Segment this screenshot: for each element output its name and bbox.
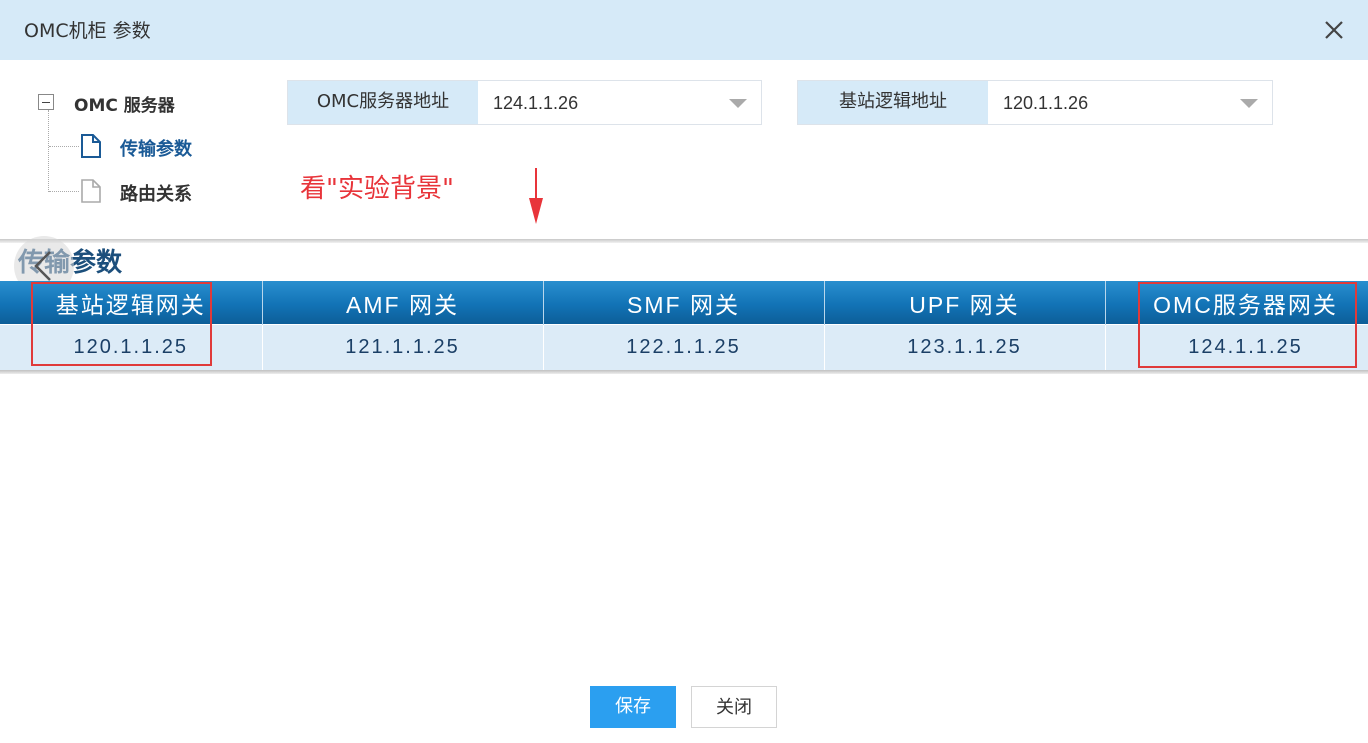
table-cell[interactable]: 122.1.1.25 [543,324,825,370]
column-header: 基站逻辑网关 [0,281,263,325]
table-row: 120.1.1.25 121.1.1.25 122.1.1.25 123.1.1… [0,324,1368,370]
annotation-arrow-icon [526,166,546,226]
chevron-down-icon[interactable] [1240,99,1258,108]
column-header: SMF 网关 [543,281,825,325]
bs-logical-address-select[interactable]: 基站逻辑地址 120.1.1.26 [797,80,1273,125]
table-cell[interactable]: 121.1.1.25 [262,324,544,370]
dialog-title: OMC机柜 参数 [24,20,151,42]
omc-address-select[interactable]: OMC服务器地址 124.1.1.26 [287,80,762,125]
close-icon[interactable] [1318,14,1350,46]
tree-item-label: 传输参数 [120,139,192,160]
panel-divider [0,370,1368,374]
chevron-down-icon[interactable] [729,99,747,108]
tree-root-omc-server[interactable]: OMC 服务器 [74,91,175,116]
table-cell[interactable]: 124.1.1.25 [1105,324,1368,370]
dialog-title-bar: OMC机柜 参数 [0,0,1368,60]
column-header: AMF 网关 [262,281,544,325]
document-icon [80,134,102,158]
tree-item-label: 路由关系 [120,184,192,205]
collapse-icon[interactable] [38,94,54,110]
transport-params-table: 基站逻辑网关 AMF 网关 SMF 网关 UPF 网关 OMC服务器网关 120… [0,281,1368,370]
tree-connector [49,146,79,147]
omc-address-label: OMC服务器地址 [288,81,478,124]
table-header-row: 基站逻辑网关 AMF 网关 SMF 网关 UPF 网关 OMC服务器网关 [0,281,1368,325]
table-cell[interactable]: 120.1.1.25 [0,324,263,370]
column-header: OMC服务器网关 [1105,281,1368,325]
tree-connector [48,110,49,192]
omc-address-value: 124.1.1.26 [493,93,579,113]
save-button[interactable]: 保存 [590,686,676,728]
document-icon [80,179,102,203]
bs-logical-address-label: 基站逻辑地址 [798,81,988,124]
tree-connector [49,191,79,192]
close-button[interactable]: 关闭 [691,686,777,728]
column-header: UPF 网关 [824,281,1106,325]
bs-logical-address-value: 120.1.1.26 [1003,93,1089,113]
table-cell[interactable]: 123.1.1.25 [824,324,1106,370]
panel-divider [0,239,1368,243]
annotation-note: 看"实验背景" [300,174,454,204]
